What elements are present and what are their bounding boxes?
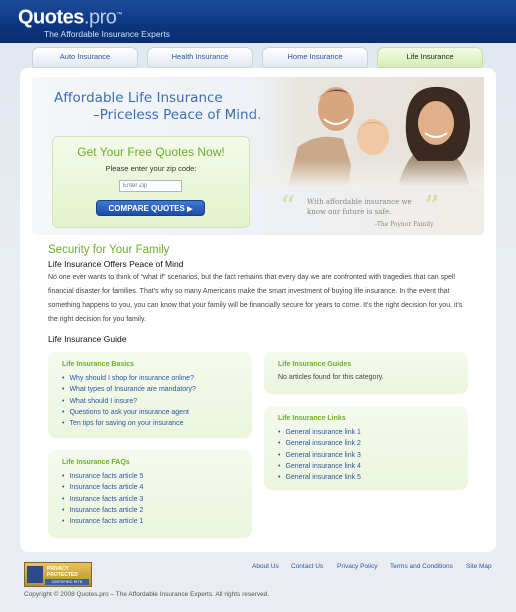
list-item[interactable]: Questions to ask your insurance agent xyxy=(62,407,196,418)
logo-text: Quotes xyxy=(18,6,84,29)
footer-link-terms[interactable]: Terms and Conditions xyxy=(390,563,453,570)
hero-title-line1: Affordable Life Insurance xyxy=(54,90,223,106)
basics-box: Life Insurance Basics Why should I shop … xyxy=(48,352,252,438)
family-photo xyxy=(248,77,484,187)
footer-link-contact[interactable]: Contact Us xyxy=(291,563,323,570)
free-quote-form: Get Your Free Quotes Now! Please enter y… xyxy=(52,136,250,228)
list-item[interactable]: Why should I shop for insurance online? xyxy=(62,373,196,384)
list-item[interactable]: Insurance facts article 3 xyxy=(62,494,143,505)
list-item[interactable]: General insurance link 2 xyxy=(278,438,361,449)
faqs-box: Life Insurance FAQs Insurance facts arti… xyxy=(48,450,252,538)
badge-bar-text: CERTIFIED SITE xyxy=(45,579,89,585)
open-quote-icon: “ xyxy=(280,190,296,225)
list-item[interactable]: Ten tips for saving on your insurance xyxy=(62,418,196,429)
list-item[interactable]: General insurance link 5 xyxy=(278,472,361,483)
badge-text: PRIVACY PROTECTED xyxy=(47,566,78,578)
guides-title: Life Insurance Guides xyxy=(278,361,352,368)
badge-line2: PROTECTED xyxy=(47,572,78,578)
insurance-tabs: Auto Insurance Health Insurance Home Ins… xyxy=(32,47,486,68)
security-subheading: Life Insurance Offers Peace of Mind xyxy=(48,259,184,269)
arrow-right-icon: ▶ xyxy=(187,206,193,213)
faqs-title: Life Insurance FAQs xyxy=(62,459,130,466)
logo-extension: .pro xyxy=(83,6,117,29)
tab-life-insurance[interactable]: Life Insurance xyxy=(377,47,483,68)
close-quote-icon: ” xyxy=(424,190,440,225)
guides-box: Life Insurance Guides No articles found … xyxy=(264,352,468,394)
basics-list: Why should I shop for insurance online? … xyxy=(62,373,196,429)
guides-empty-note: No articles found for this category. xyxy=(278,374,384,381)
hero-title-line2: –Priceless Peace of Mind. xyxy=(93,107,262,123)
tab-home-insurance[interactable]: Home Insurance xyxy=(262,47,368,68)
list-item[interactable]: Insurance facts article 1 xyxy=(62,516,143,527)
basics-title: Life Insurance Basics xyxy=(62,361,134,368)
list-item[interactable]: Insurance facts article 4 xyxy=(62,482,143,493)
list-item[interactable]: What should I insure? xyxy=(62,396,196,407)
site-logo[interactable]: Quotes.pro™ The Affordable Insurance Exp… xyxy=(18,5,170,39)
copyright-text: Copyright © 2008 Quotes.pro – The Afford… xyxy=(24,591,270,598)
security-heading: Security for Your Family xyxy=(48,244,170,256)
tab-auto-insurance[interactable]: Auto Insurance xyxy=(32,47,138,68)
list-item[interactable]: General insurance link 4 xyxy=(278,461,361,472)
footer-link-about[interactable]: About Us xyxy=(252,563,279,570)
logo-tagline: The Affordable Insurance Experts xyxy=(44,28,171,39)
security-paragraph: No one ever wants to think of “what if” … xyxy=(48,274,463,323)
privacy-badge[interactable]: PRIVACY PROTECTED CERTIFIED SITE xyxy=(24,562,92,587)
quote-form-title: Get Your Free Quotes Now! xyxy=(77,145,225,159)
list-item[interactable]: Insurance facts article 5 xyxy=(62,471,143,482)
list-item[interactable]: General insurance link 3 xyxy=(278,450,361,461)
links-list: General insurance link 1 General insuran… xyxy=(278,427,361,483)
faqs-list: Insurance facts article 5 Insurance fact… xyxy=(62,471,143,527)
shield-icon xyxy=(27,566,43,583)
footer-link-sitemap[interactable]: Site Map xyxy=(466,563,492,570)
footer-link-privacy[interactable]: Privacy Policy xyxy=(337,563,377,570)
trademark-symbol: ™ xyxy=(116,12,122,18)
site-header: Quotes.pro™ The Affordable Insurance Exp… xyxy=(0,0,516,43)
zip-code-input[interactable] xyxy=(119,180,182,192)
list-item[interactable]: Insurance facts article 2 xyxy=(62,505,143,516)
testimonial-author: -The Poynor Family xyxy=(375,221,434,228)
testimonial-text: With affordable insurance we know our fu… xyxy=(307,198,412,216)
zip-prompt: Please enter your zip code: xyxy=(105,164,197,173)
links-box: Life Insurance Links General insurance l… xyxy=(264,406,468,490)
list-item[interactable]: General insurance link 1 xyxy=(278,427,361,438)
list-item[interactable]: What types of Insurance are mandatory? xyxy=(62,384,195,395)
tab-health-insurance[interactable]: Health Insurance xyxy=(147,47,253,68)
guide-heading: Life Insurance Guide xyxy=(48,334,127,344)
compare-quotes-button[interactable]: COMPARE QUOTES ▶ xyxy=(96,200,205,216)
links-title: Life Insurance Links xyxy=(278,415,346,422)
compare-quotes-label: COMPARE QUOTES xyxy=(108,204,185,213)
